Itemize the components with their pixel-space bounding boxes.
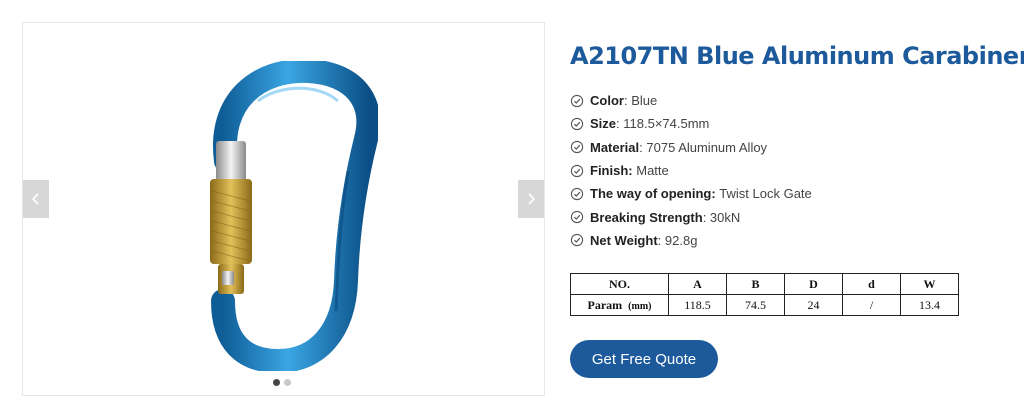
spec-sep: :: [623, 93, 632, 109]
param-header-cell: d: [842, 273, 901, 295]
param-value-cell: 13.4: [900, 294, 959, 316]
spec-item: Color: Blue: [570, 89, 1022, 112]
chevron-left-icon: [31, 193, 39, 205]
spec-value: 92.8g: [664, 232, 698, 248]
gallery-dot-1[interactable]: [273, 379, 280, 386]
param-header-cell: NO.: [570, 273, 669, 295]
param-row-label: Param (mm): [570, 294, 669, 316]
param-value-cell: 74.5: [726, 294, 785, 316]
param-header-cell: B: [726, 273, 785, 295]
spec-key: Finish:: [590, 163, 633, 179]
param-header-cell: W: [900, 273, 959, 295]
spec-value: 30kN: [709, 209, 741, 225]
spec-item: Material: 7075 Aluminum Alloy: [570, 136, 1022, 159]
product-gallery: [22, 22, 545, 396]
param-table-row: Param (mm) 118.5 74.5 24/13.4: [570, 294, 959, 316]
param-table: NO. A B Dd W Param (mm) 118.5 74.5 24/13.4: [570, 273, 959, 316]
spec-item: Finish: Matte: [570, 159, 1022, 182]
spec-key: Size: [590, 116, 617, 132]
param-value-cell: 118.5: [668, 294, 727, 316]
param-header-cell: A: [668, 273, 727, 295]
check-circle-icon: [570, 164, 584, 177]
param-value-cell: 24: [784, 294, 843, 316]
spec-item: Size: 118.5×74.5mm: [570, 112, 1022, 135]
chevron-right-icon: [528, 193, 536, 205]
spec-value: 7075 Aluminum Alloy: [646, 139, 768, 155]
gallery-pagination: [273, 379, 291, 386]
spec-value: Blue: [631, 93, 658, 109]
param-value-cell: /: [842, 294, 901, 316]
spec-item: Breaking Strength: 30kN: [570, 205, 1022, 228]
param-unit-text: (mm): [628, 300, 652, 312]
check-circle-icon: [570, 210, 584, 224]
spec-sep: :: [657, 232, 665, 248]
gallery-prev-button[interactable]: [23, 180, 49, 218]
product-image: [210, 61, 378, 371]
check-circle-icon: [570, 234, 584, 247]
spec-sep: :: [616, 116, 624, 132]
check-circle-icon: [570, 187, 584, 200]
spec-key: Color: [590, 93, 624, 109]
spec-key: Net Weight: [590, 232, 658, 248]
product-title: A2107TN Blue Aluminum Carabiner: [570, 42, 1024, 70]
param-label-text: Param: [587, 297, 623, 312]
spec-value: Twist Lock Gate: [719, 186, 812, 202]
check-circle-icon: [570, 94, 584, 107]
gallery-dot-2[interactable]: [284, 379, 291, 386]
check-circle-icon: [570, 117, 584, 131]
spec-sep: :: [639, 139, 647, 155]
spec-value: 118.5×74.5mm: [623, 116, 710, 132]
product-details: A2107TN Blue Aluminum Carabiner Color: B…: [570, 40, 1024, 378]
get-free-quote-button[interactable]: Get Free Quote: [570, 340, 718, 378]
spec-key: Breaking Strength: [590, 209, 703, 225]
spec-value: Matte: [636, 163, 669, 179]
spec-item: The way of opening: Twist Lock Gate: [570, 182, 1022, 205]
param-table-header: NO. A B Dd W: [570, 273, 959, 295]
spec-key: Material: [590, 139, 640, 155]
spec-list: Color: Blue Size: 118.5×74.5mm Material: 7…: [570, 89, 1022, 252]
param-header-cell: D: [784, 273, 843, 295]
gallery-next-button[interactable]: [518, 180, 544, 218]
check-circle-icon: [570, 141, 584, 154]
spec-key: The way of opening:: [590, 186, 716, 202]
spec-sep: :: [702, 209, 710, 225]
spec-item: Net Weight: 92.8g: [570, 229, 1022, 252]
